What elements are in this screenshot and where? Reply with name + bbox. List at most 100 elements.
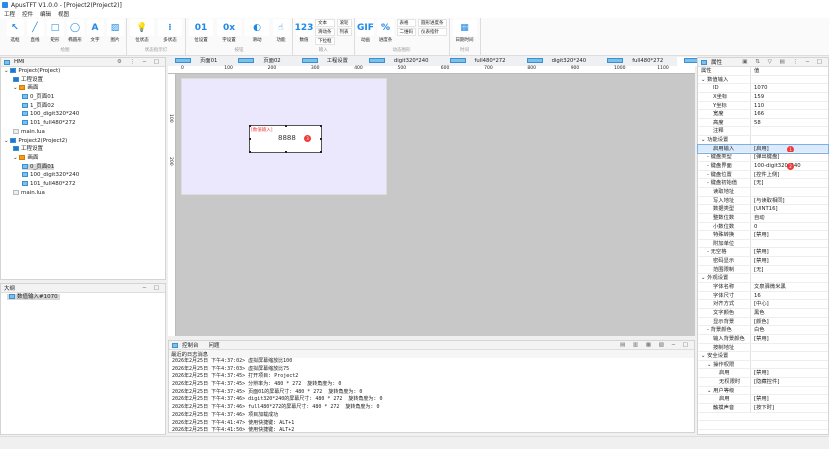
property-row[interactable]: 宽度 166 <box>698 110 828 119</box>
tool-line-button[interactable]: ╱ 直线 <box>26 19 44 47</box>
tab-1[interactable]: 页面02 <box>231 57 294 66</box>
tree-item[interactable]: 工程设置 <box>1 145 165 154</box>
property-value[interactable]: [禁用] <box>751 369 828 377</box>
property-row[interactable]: - 背景颜色 白色 <box>698 326 828 335</box>
tree-item[interactable]: 101_full480*272 <box>1 180 165 189</box>
property-group[interactable]: ⌄ 用户等级 <box>698 386 828 396</box>
property-row[interactable]: 无权限时 [隐藏控件] <box>698 378 828 387</box>
tool-progress-button[interactable]: % 进度条 <box>377 19 395 47</box>
tab-2[interactable]: 工程设置 <box>295 57 362 66</box>
property-row[interactable]: 显示背景 [颜色] <box>698 317 828 327</box>
property-row[interactable]: 读取地址 <box>698 187 828 197</box>
small-tool-button[interactable]: 下拉框 <box>315 37 335 45</box>
property-value[interactable] <box>751 361 828 369</box>
tree-item[interactable]: 100_digit320*240 <box>1 110 165 119</box>
tab-3[interactable]: digit320*240 <box>362 57 443 66</box>
menu-view[interactable]: 视图 <box>58 10 69 18</box>
panel-controls[interactable]: ─ □ <box>143 285 162 291</box>
panel-controls[interactable]: ⚙ ⋮ ─ □ <box>117 59 162 65</box>
property-value[interactable]: [弹出键盘] <box>751 153 828 161</box>
menu-controls[interactable]: 控件 <box>22 10 33 18</box>
tree-item[interactable]: 1_页面02 <box>1 102 165 111</box>
tool-calendar-button[interactable]: ▦ 日期时间 <box>452 19 478 47</box>
tool-traffic-light-button[interactable]: ⁝ 多状态 <box>157 19 183 47</box>
tree-item[interactable]: ⌄ Project2(Project2) <box>1 137 165 146</box>
property-value[interactable]: [禁用] <box>751 231 828 239</box>
property-value[interactable]: 58 <box>751 119 828 127</box>
property-row[interactable]: 数据类型 [UINT16] <box>698 205 828 214</box>
tool-image-button[interactable]: ▨ 图片 <box>106 19 124 47</box>
property-value[interactable]: [禁用] <box>751 395 828 403</box>
property-value[interactable]: 文泉驿微米黑 <box>751 283 828 291</box>
property-row[interactable]: - 键盘初始值 [无] <box>698 179 828 188</box>
property-value[interactable] <box>751 76 828 84</box>
small-tool-button[interactable]: 滚轮 <box>336 19 352 27</box>
tool-gif-button[interactable]: GIF 动画 <box>357 19 375 47</box>
property-row[interactable]: - 键盘类型 [弹出键盘] <box>698 153 828 163</box>
property-value[interactable]: 159 <box>751 93 828 101</box>
property-value[interactable]: 166 <box>751 110 828 118</box>
small-tool-button[interactable]: 二维码 <box>396 28 416 36</box>
tool-touch-button[interactable]: ☝ 功能 <box>272 19 290 47</box>
tree-item[interactable]: 100_digit320*240 <box>1 171 165 180</box>
properties-controls[interactable]: ▣ ⇅ ▽ ▤ ⋮ ─ □ <box>742 59 825 65</box>
tool-text-button[interactable]: A 文字 <box>86 19 104 47</box>
property-row[interactable]: Y坐标 110 <box>698 101 828 111</box>
property-value[interactable]: [UINT16] <box>751 205 828 213</box>
tree-item[interactable]: ⌄ 画面 <box>1 154 165 163</box>
tree-item[interactable]: main.lua <box>1 128 165 137</box>
tree-item[interactable]: ⌄ 画面 <box>1 84 165 93</box>
property-value[interactable] <box>751 127 828 135</box>
property-value[interactable]: [无] <box>751 179 828 187</box>
console-controls[interactable]: ▤ ▥ ▦ ▧ ─ □ <box>620 342 691 348</box>
property-row[interactable]: 高度 58 <box>698 118 828 128</box>
property-row[interactable]: 字体名称 文泉驿微米黑 <box>698 283 828 292</box>
property-value[interactable]: [无] <box>751 266 828 274</box>
tool-rectangle-button[interactable]: □ 矩形 <box>46 19 64 47</box>
property-group[interactable]: ⌄ 功能设置 <box>698 136 828 145</box>
tree-item[interactable]: 101_full480*272 <box>1 119 165 128</box>
property-value[interactable]: [按下时] <box>751 404 828 412</box>
property-row[interactable]: - 键盘界面 100-digit320*240 2 <box>698 162 828 171</box>
small-tool-button[interactable]: 表格 <box>396 19 416 27</box>
tree-item[interactable]: 0_页面01 <box>1 93 165 102</box>
property-value[interactable]: 0 <box>751 223 828 231</box>
property-row[interactable]: - 无空格 [禁用] <box>698 248 828 258</box>
property-value[interactable]: 100-digit320*240 2 <box>751 162 828 170</box>
property-row[interactable]: 写入地址 [与读取相同] <box>698 196 828 206</box>
property-row[interactable]: 触摸声音 [按下时] <box>698 403 828 413</box>
tree-item[interactable]: main.lua <box>1 189 165 198</box>
property-value[interactable]: [中心] <box>751 300 828 308</box>
property-value[interactable] <box>751 387 828 395</box>
property-row[interactable]: 附加单位 <box>698 239 828 249</box>
property-value[interactable] <box>751 188 828 196</box>
property-value[interactable]: 110 <box>751 102 828 110</box>
small-tool-button[interactable]: 圆形进度条 <box>418 19 447 27</box>
tab-0[interactable]: 页面01 <box>168 57 231 66</box>
property-value[interactable] <box>751 352 828 360</box>
small-tool-button[interactable]: 滑动条 <box>315 28 335 36</box>
tree-item[interactable]: 工程设置 <box>1 76 165 85</box>
property-row[interactable]: - 键盘位置 [控件上侧] <box>698 170 828 180</box>
property-group[interactable]: ⌄ 安全设置 <box>698 352 828 361</box>
property-row[interactable]: 启用输入 [启用] 1 <box>697 143 829 155</box>
property-value[interactable]: [启用] 1 <box>751 145 828 153</box>
property-value[interactable] <box>751 344 828 352</box>
property-row[interactable]: 密码显示 [禁用] <box>698 257 828 266</box>
tool-numeric-button[interactable]: 123 数值 <box>295 19 313 47</box>
property-value[interactable]: [与读取相同] <box>751 197 828 205</box>
property-row[interactable]: 文字颜色 黑色 <box>698 308 828 318</box>
property-value[interactable]: [禁用] <box>751 335 828 343</box>
tool-word-set-button[interactable]: 0x 字设置 <box>216 19 242 47</box>
property-value[interactable] <box>751 240 828 248</box>
property-value[interactable]: 白色 <box>751 326 828 334</box>
property-value[interactable]: 黑色 <box>751 309 828 317</box>
small-tool-button[interactable]: 文本 <box>315 19 335 27</box>
tab-problems[interactable]: 问题 <box>209 341 220 349</box>
property-value[interactable]: [控件上侧] <box>751 171 828 179</box>
property-row[interactable]: 按制地址 <box>698 343 828 353</box>
tool-ellipse-button[interactable]: ◯ 椭圆形 <box>66 19 84 47</box>
property-value[interactable]: [颜色] <box>751 318 828 326</box>
property-row[interactable]: X坐标 159 <box>698 92 828 102</box>
property-value[interactable]: [隐藏控件] <box>751 378 828 386</box>
